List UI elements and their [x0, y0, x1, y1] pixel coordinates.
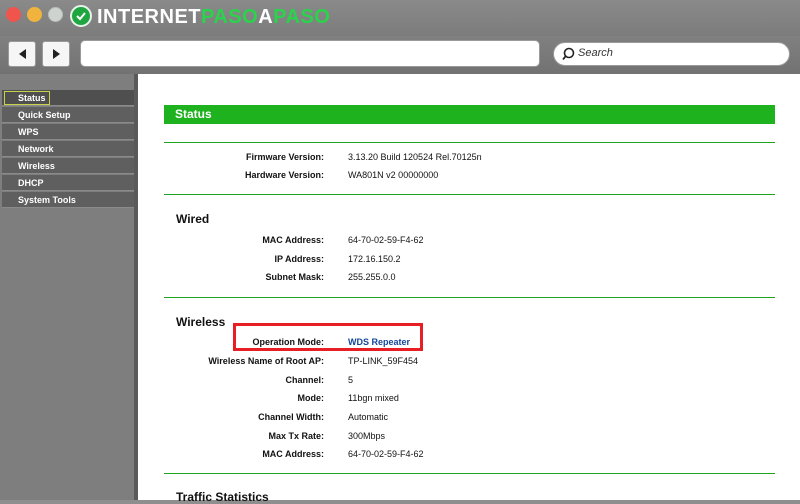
traffic-statistics-title: Traffic Statistics [176, 490, 269, 504]
sidebar-item-label: Network [18, 144, 54, 154]
window-titlebar: INTERNETPASOAPASO [0, 0, 800, 36]
maximize-window-button[interactable] [48, 7, 63, 22]
url-bar[interactable] [80, 40, 540, 67]
sidebar-item-wireless[interactable]: Wireless [2, 158, 134, 174]
ip-address-label: IP Address: [274, 254, 324, 264]
site-logo: INTERNETPASOAPASO [97, 6, 330, 28]
divider [164, 473, 775, 474]
logo-text-internet: INTERNET [97, 6, 201, 28]
sidebar-item-system-tools[interactable]: System Tools [2, 192, 134, 208]
mode-label: Mode: [297, 393, 325, 403]
ip-address-value: 172.16.150.2 [348, 254, 401, 264]
arrow-right-icon [53, 49, 60, 59]
logo-check-icon [70, 5, 92, 27]
sidebar-item-label: Status [18, 93, 46, 103]
sidebar-item-network[interactable]: Network [2, 141, 134, 157]
sidebar-item-label: System Tools [18, 195, 76, 205]
sidebar-item-label: Wireless [18, 161, 55, 171]
logo-text-paso: PASO [201, 6, 259, 28]
close-window-button[interactable] [6, 7, 21, 22]
channel-width-value: Automatic [348, 412, 389, 422]
channel-value: 5 [348, 375, 354, 385]
minimize-window-button[interactable] [27, 7, 42, 22]
wired-mac-label: MAC Address: [262, 235, 324, 245]
subnet-mask-value: 255.255.0.0 [348, 272, 396, 282]
channel-label: Channel: [285, 375, 324, 385]
sidebar-item-label: Quick Setup [18, 110, 71, 120]
root-ap-value: TP-LINK_59F454 [348, 356, 419, 366]
operation-mode-value: WDS Repeater [348, 337, 411, 347]
search-input[interactable]: Search [553, 42, 790, 66]
channel-width-label: Channel Width: [258, 412, 324, 422]
browser-toolbar: Search [0, 36, 800, 74]
sidebar-item-status[interactable]: Status [2, 90, 134, 106]
status-panel: Status Firmware Version: 3.13.20 Build 1… [138, 74, 800, 504]
router-sidebar-menu: Status Quick Setup WPS Network Wireless … [0, 74, 138, 500]
mode-value: 11bgn mixed [348, 393, 399, 403]
wired-mac-value: 64-70-02-59-F4-62 [348, 235, 424, 245]
subnet-mask-label: Subnet Mask: [265, 272, 324, 282]
logo-text-a: A [258, 6, 274, 28]
operation-mode-label: Operation Mode: [252, 337, 325, 347]
sidebar-item-label: DHCP [18, 178, 44, 188]
search-placeholder: Search [578, 47, 613, 59]
wired-section-title: Wired [176, 212, 210, 226]
sidebar-item-label: WPS [18, 127, 39, 137]
max-tx-rate-value: 300Mbps [348, 431, 386, 441]
sidebar-item-dhcp[interactable]: DHCP [2, 175, 134, 191]
hardware-value: WA801N v2 00000000 [348, 170, 439, 180]
divider [164, 142, 775, 143]
logo-text-paso2: PASO [273, 6, 331, 28]
forward-button[interactable] [42, 41, 70, 67]
arrow-left-icon [19, 49, 26, 59]
search-icon [562, 47, 575, 61]
firmware-value: 3.13.20 Build 120524 Rel.70125n [348, 152, 482, 162]
back-button[interactable] [8, 41, 36, 67]
page-content: Status Quick Setup WPS Network Wireless … [0, 74, 800, 504]
divider [164, 297, 775, 298]
page-title: Status [164, 105, 775, 124]
hardware-label: Hardware Version: [244, 170, 324, 180]
wireless-mac-label: MAC Address: [262, 449, 324, 459]
wireless-section-title: Wireless [176, 315, 226, 329]
root-ap-label: Wireless Name of Root AP: [208, 356, 324, 366]
firmware-label: Firmware Version: [245, 152, 324, 162]
divider [164, 194, 775, 195]
wireless-mac-value: 64-70-02-59-F4-62 [348, 449, 424, 459]
max-tx-rate-label: Max Tx Rate: [268, 431, 324, 441]
sidebar-item-wps[interactable]: WPS [2, 124, 134, 140]
sidebar-item-quick-setup[interactable]: Quick Setup [2, 107, 134, 123]
